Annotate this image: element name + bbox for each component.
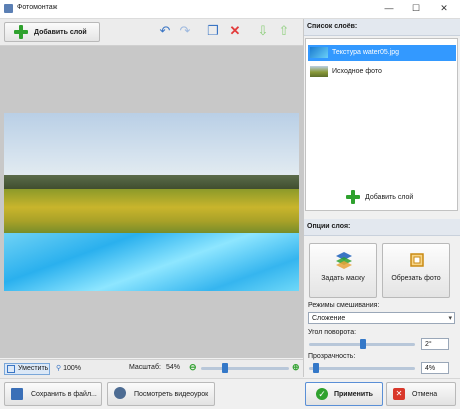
opacity-value: 4% bbox=[425, 365, 436, 372]
maximize-button[interactable]: ☐ bbox=[405, 2, 427, 15]
save-label: Сохранить в файл... bbox=[31, 391, 97, 398]
minimize-button[interactable]: — bbox=[378, 2, 400, 15]
blend-mode-label: Режимы смешивания: bbox=[308, 302, 380, 309]
crop-icon bbox=[410, 253, 424, 267]
set-mask-label: Задать маску bbox=[321, 275, 365, 282]
window-title: Фотомонтаж bbox=[17, 4, 58, 11]
fit-button[interactable]: Уместить bbox=[4, 363, 50, 375]
zoom-out-icon[interactable]: ⊖ bbox=[189, 362, 197, 373]
opacity-input[interactable]: 4% bbox=[421, 362, 449, 374]
opacity-slider-thumb[interactable] bbox=[313, 363, 319, 373]
redo-icon[interactable]: ↷ bbox=[178, 24, 192, 38]
texture-thumbnail bbox=[310, 47, 328, 58]
add-layer-button[interactable]: Добавить слой bbox=[4, 22, 100, 42]
photo-thumbnail bbox=[310, 66, 328, 77]
layers-header: Список слоёв: bbox=[304, 19, 460, 36]
move-up-icon[interactable]: ⇧ bbox=[277, 24, 291, 38]
layer-item-texture[interactable]: Текстура water05.jpg bbox=[308, 45, 456, 61]
rotation-slider[interactable] bbox=[309, 339, 415, 349]
app-icon bbox=[4, 4, 13, 13]
zoom-bar: Уместить ⚲ 100% Масштаб: 54% ⊖ ⊕ bbox=[0, 359, 303, 378]
rotation-value: 2° bbox=[425, 341, 432, 348]
zoom-100-button[interactable]: ⚲ 100% bbox=[56, 364, 81, 372]
fit-label: Уместить bbox=[18, 365, 49, 372]
sky-area bbox=[4, 113, 299, 183]
add-layer-label: Добавить слой bbox=[34, 29, 87, 36]
bottom-bar: Сохранить в файл... Посмотреть видеоурок… bbox=[0, 378, 460, 409]
zoom-slider-thumb[interactable] bbox=[222, 363, 228, 373]
scale-value: 54% bbox=[166, 364, 181, 371]
undo-icon[interactable]: ↶ bbox=[158, 24, 172, 38]
zoom-100-label: 100% bbox=[63, 365, 81, 372]
opacity-label: Прозрачность: bbox=[308, 353, 356, 360]
crop-photo-button[interactable]: Обрезать фото bbox=[382, 243, 450, 298]
save-icon bbox=[11, 388, 23, 400]
rotation-input[interactable]: 2° bbox=[421, 338, 449, 350]
blend-mode-select[interactable]: Сложение ▾ bbox=[308, 312, 455, 324]
layer-item-original[interactable]: Исходное фото bbox=[308, 64, 456, 80]
chevron-down-icon: ▾ bbox=[448, 315, 452, 322]
add-layer-list-label: Добавить слой bbox=[365, 194, 414, 201]
editor-canvas[interactable] bbox=[0, 46, 303, 358]
crop-photo-label: Обрезать фото bbox=[391, 275, 441, 282]
copy-icon[interactable]: ❐ bbox=[206, 24, 220, 38]
options-title: Опции слоя: bbox=[307, 223, 351, 230]
delete-icon[interactable]: ✕ bbox=[228, 24, 242, 38]
options-header: Опции слоя: bbox=[304, 219, 460, 236]
blend-mode-value: Сложение bbox=[312, 315, 346, 322]
webcam-icon bbox=[114, 387, 126, 399]
photo-preview[interactable] bbox=[4, 113, 299, 291]
scale-label: Масштаб: bbox=[129, 364, 161, 371]
water-texture-layer[interactable] bbox=[4, 233, 299, 291]
magnifier-icon: ⚲ bbox=[56, 365, 62, 372]
video-label: Посмотреть видеоурок bbox=[134, 391, 209, 398]
sunflower-field bbox=[4, 189, 299, 235]
layers-icon bbox=[336, 252, 352, 269]
apply-button[interactable]: ✓ Применить bbox=[305, 382, 383, 406]
add-layer-list-button[interactable]: Добавить слой bbox=[346, 190, 426, 204]
panel-divider bbox=[303, 19, 304, 377]
rotation-label: Угол поворота: bbox=[308, 329, 357, 336]
opacity-slider[interactable] bbox=[309, 363, 415, 373]
cancel-icon: ✕ bbox=[393, 388, 405, 400]
main-toolbar: Добавить слой ↶ ↷ ❐ ✕ ⇩ ⇧ bbox=[0, 19, 303, 46]
move-down-icon[interactable]: ⇩ bbox=[256, 24, 270, 38]
title-bar: Фотомонтаж — ☐ ✕ bbox=[0, 0, 460, 19]
cancel-button[interactable]: ✕ Отмена bbox=[386, 382, 456, 406]
save-to-file-button[interactable]: Сохранить в файл... bbox=[4, 382, 102, 406]
zoom-slider[interactable] bbox=[201, 363, 289, 373]
close-window-button[interactable]: ✕ bbox=[433, 2, 455, 15]
layer-label: Текстура water05.jpg bbox=[332, 49, 400, 56]
plus-icon bbox=[14, 25, 28, 39]
apply-label: Применить bbox=[334, 391, 373, 398]
fit-icon bbox=[7, 365, 15, 373]
layers-title: Список слоёв: bbox=[307, 23, 358, 30]
checkmark-icon: ✓ bbox=[316, 388, 328, 400]
plus-icon bbox=[346, 190, 360, 204]
watch-video-button[interactable]: Посмотреть видеоурок bbox=[107, 382, 215, 406]
rotation-slider-thumb[interactable] bbox=[360, 339, 366, 349]
set-mask-button[interactable]: Задать маску bbox=[309, 243, 377, 298]
layer-label: Исходное фото bbox=[332, 68, 382, 75]
layer-list: Текстура water05.jpg Исходное фото Добав… bbox=[305, 38, 458, 211]
zoom-in-icon[interactable]: ⊕ bbox=[292, 362, 300, 373]
cancel-label: Отмена bbox=[412, 391, 438, 398]
